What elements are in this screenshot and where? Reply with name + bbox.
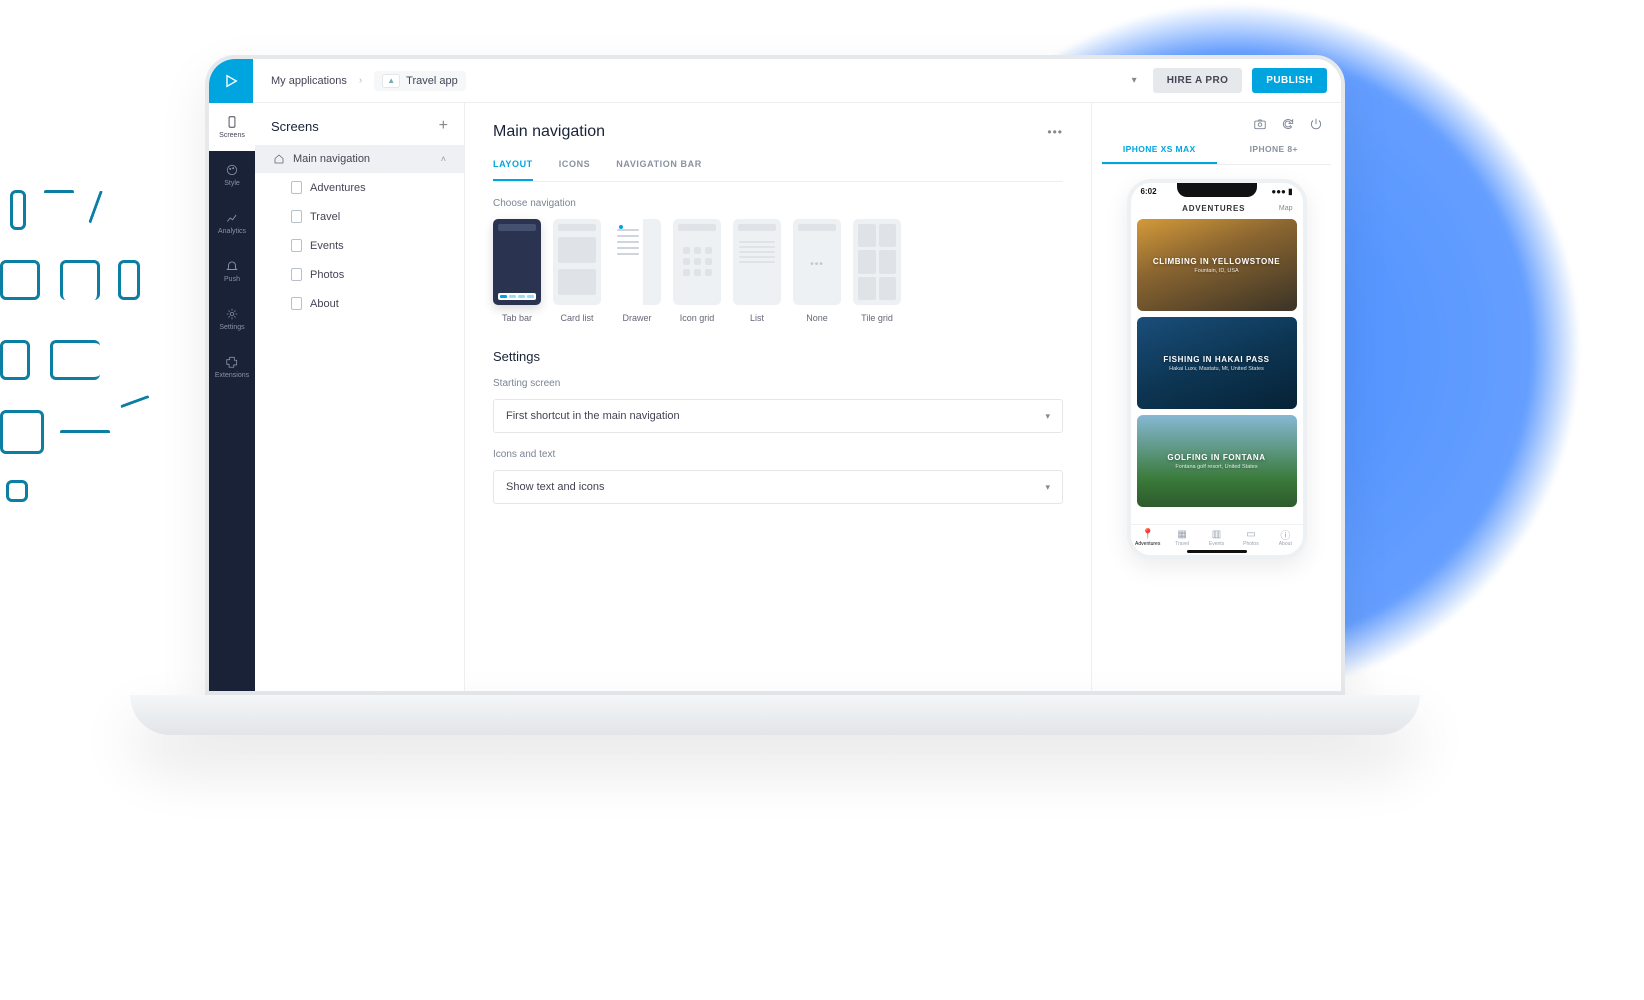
screen-item-main-navigation[interactable]: Main navigation ˄ <box>255 145 464 173</box>
settings-heading: Settings <box>493 349 1063 364</box>
nav-option-none[interactable]: ••• None <box>793 219 841 323</box>
phone-tab-about: ⓘAbout <box>1268 529 1302 547</box>
more-actions-button[interactable]: ••• <box>1047 125 1063 139</box>
chevron-down-icon: ▾ <box>1045 482 1050 493</box>
image-icon: ▭ <box>1246 529 1256 539</box>
phone-icon <box>225 115 239 129</box>
power-icon <box>1309 117 1323 131</box>
chevron-up-icon: ˄ <box>441 154 446 164</box>
add-screen-button[interactable]: + <box>439 117 448 135</box>
choose-navigation-label: Choose navigation <box>493 198 1063 209</box>
rail-push[interactable]: Push <box>209 247 255 295</box>
phone-preview: 6:02 ●●● ▮ ADVENTURES Map CLIMBING IN YE… <box>1127 179 1307 559</box>
device-tab-xs-max[interactable]: IPHONE XS MAX <box>1102 144 1217 164</box>
status-time: 6:02 <box>1141 187 1157 196</box>
camera-icon <box>1253 117 1267 131</box>
gear-icon <box>225 307 239 321</box>
phone-notch <box>1177 183 1257 197</box>
starting-screen-label: Starting screen <box>493 378 1063 389</box>
breadcrumb-app: Travel app <box>406 75 458 87</box>
chevron-down-icon: ▾ <box>1045 411 1050 422</box>
home-indicator <box>1187 550 1247 553</box>
chart-icon <box>225 211 239 225</box>
breadcrumb-app-chip[interactable]: ▲ Travel app <box>374 71 466 91</box>
rail-screens[interactable]: Screens <box>209 103 255 151</box>
chevron-right-icon: › <box>359 75 362 86</box>
breadcrumb-root[interactable]: My applications <box>271 75 347 87</box>
rail-style[interactable]: Style <box>209 151 255 199</box>
refresh-button[interactable] <box>1281 117 1295 134</box>
publish-button[interactable]: PUBLISH <box>1252 68 1327 93</box>
phone-header-title: ADVENTURES <box>1149 204 1279 213</box>
puzzle-icon <box>225 355 239 369</box>
rail-settings[interactable]: Settings <box>209 295 255 343</box>
topbar-dropdown[interactable]: ▾ <box>1126 69 1143 92</box>
screens-panel-title: Screens <box>271 119 319 134</box>
phone-tab-adventures: 📍Adventures <box>1131 529 1165 547</box>
nav-option-card-list[interactable]: Card list <box>553 219 601 323</box>
screen-item-photos[interactable]: Photos <box>255 260 464 289</box>
screen-item-travel[interactable]: Travel <box>255 202 464 231</box>
page-icon <box>291 239 302 252</box>
power-button[interactable] <box>1309 117 1323 134</box>
config-tabs: LAYOUT ICONS NAVIGATION BAR <box>493 159 1063 182</box>
calendar-icon: ▥ <box>1212 529 1222 539</box>
nav-rail: Screens Style Analytics Push <box>209 103 255 691</box>
preview-card: GOLFING IN FONTANA Fontana golf resort, … <box>1137 415 1297 507</box>
starting-screen-select[interactable]: First shortcut in the main navigation ▾ <box>493 399 1063 433</box>
nav-option-list[interactable]: List <box>733 219 781 323</box>
screens-panel: Screens + Main navigation ˄ Adventures <box>255 103 465 691</box>
nav-option-tile-grid[interactable]: Tile grid <box>853 219 901 323</box>
preview-card: CLIMBING IN YELLOWSTONE Fountain, ID, US… <box>1137 219 1297 311</box>
tab-icons[interactable]: ICONS <box>559 159 591 181</box>
device-tab-8plus[interactable]: IPHONE 8+ <box>1217 144 1332 164</box>
palette-icon <box>225 163 239 177</box>
screen-item-adventures[interactable]: Adventures <box>255 173 464 202</box>
page-icon <box>291 210 302 223</box>
nav-option-tab-bar[interactable]: Tab bar <box>493 219 541 323</box>
main-config: Main navigation ••• LAYOUT ICONS NAVIGAT… <box>465 103 1091 691</box>
briefcase-icon: ▦ <box>1177 529 1187 539</box>
hire-pro-button[interactable]: HIRE A PRO <box>1153 68 1243 93</box>
rail-analytics[interactable]: Analytics <box>209 199 255 247</box>
tab-layout[interactable]: LAYOUT <box>493 159 533 181</box>
page-title: Main navigation <box>493 123 605 141</box>
home-icon <box>273 153 285 165</box>
page-icon <box>291 297 302 310</box>
nav-option-drawer[interactable]: Drawer <box>613 219 661 323</box>
screen-item-events[interactable]: Events <box>255 231 464 260</box>
bell-icon <box>225 259 239 273</box>
rail-extensions[interactable]: Extensions <box>209 343 255 391</box>
page-icon <box>291 181 302 194</box>
topbar: My applications › ▲ Travel app ▾ HIRE A … <box>209 59 1341 103</box>
app-icon: ▲ <box>382 74 400 88</box>
page-icon <box>291 268 302 281</box>
pin-icon: 📍 <box>1143 529 1153 539</box>
tab-navigation-bar[interactable]: NAVIGATION BAR <box>616 159 702 181</box>
screenshot-button[interactable] <box>1253 117 1267 134</box>
phone-tab-events: ▥Events <box>1199 529 1233 547</box>
preview-card: FISHING IN HAKAI PASS Hakai Luxv, Mastat… <box>1137 317 1297 409</box>
preview-panel: IPHONE XS MAX IPHONE 8+ 6:02 ●●● ▮ ADVEN… <box>1091 103 1341 691</box>
phone-tab-photos: ▭Photos <box>1234 529 1268 547</box>
phone-tab-travel: ▦Travel <box>1165 529 1199 547</box>
nav-option-icon-grid[interactable]: Icon grid <box>673 219 721 323</box>
icons-text-select[interactable]: Show text and icons ▾ <box>493 470 1063 504</box>
screen-item-about[interactable]: About <box>255 289 464 318</box>
icons-text-label: Icons and text <box>493 449 1063 460</box>
status-icons: ●●● ▮ <box>1271 187 1292 196</box>
breadcrumb: My applications › ▲ Travel app <box>253 71 466 91</box>
app-logo[interactable] <box>209 59 253 103</box>
refresh-icon <box>1281 117 1295 131</box>
info-icon: ⓘ <box>1280 529 1290 539</box>
phone-map-link: Map <box>1279 205 1293 212</box>
